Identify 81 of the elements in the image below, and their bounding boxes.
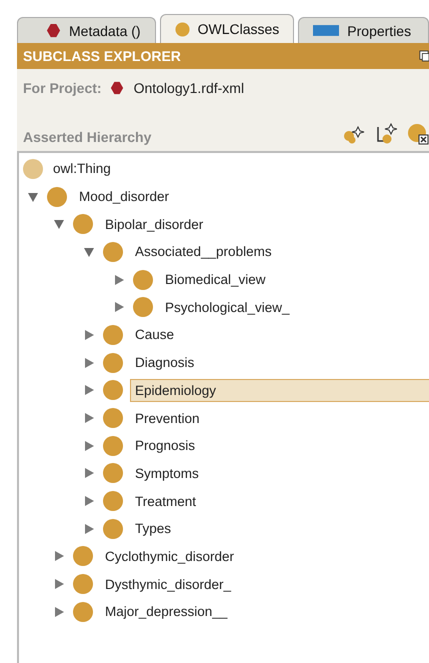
class-label: Symptoms	[134, 464, 200, 483]
expand-arrow-icon[interactable]	[53, 578, 65, 590]
tree-item[interactable]: Epidemiology	[83, 376, 429, 404]
tree-item[interactable]: Mood_disorder	[27, 182, 429, 210]
tree-item[interactable]: Bipolar_disorder	[53, 210, 429, 238]
tree-item[interactable]: Cyclothymic_disorder	[53, 542, 429, 570]
tree-item[interactable]: Diagnosis	[83, 348, 429, 376]
class-label: Bipolar_disorder	[104, 216, 204, 234]
class-icon	[73, 574, 93, 594]
class-icon	[103, 436, 123, 456]
expand-arrow-icon[interactable]	[113, 301, 125, 314]
class-icon	[103, 324, 123, 345]
hexagon-icon	[110, 81, 124, 95]
class-icon	[103, 242, 123, 262]
tree-item[interactable]: Dysthymic_disorder_	[53, 570, 429, 598]
class-icon	[47, 186, 67, 207]
rectangle-icon	[313, 24, 340, 37]
collapse-arrow-icon[interactable]	[83, 246, 95, 258]
expand-arrow-icon[interactable]	[83, 356, 95, 369]
expand-arrow-icon[interactable]	[83, 328, 95, 341]
class-label: Treatment	[134, 492, 198, 511]
expand-arrow-icon[interactable]	[83, 384, 95, 396]
class-icon	[133, 270, 153, 290]
panel-title: SUBCLASS EXPLORER	[23, 48, 181, 64]
class-label: Cyclothymic_disorder	[104, 548, 236, 566]
class-icon	[103, 380, 123, 400]
class-icon	[23, 158, 43, 179]
class-label: Types	[134, 520, 172, 538]
add-sibling-icon[interactable]	[375, 123, 397, 145]
collapse-arrow-icon[interactable]	[27, 190, 39, 203]
class-label: Mood_disorder	[78, 188, 170, 206]
tree-item[interactable]: Prognosis	[83, 432, 429, 460]
class-label: Diagnosis	[134, 354, 196, 372]
tree-item[interactable]: Types	[83, 514, 429, 543]
tree-item[interactable]: Major_depression__	[53, 598, 429, 626]
expand-arrow-icon[interactable]	[83, 522, 95, 535]
class-icon	[103, 491, 123, 512]
expand-arrow-icon[interactable]	[83, 495, 95, 508]
class-label: Prevention	[134, 410, 201, 428]
tree-item[interactable]: owl:Thing	[23, 155, 429, 183]
class-label: Biomedical_view	[164, 271, 267, 290]
class-icon	[103, 352, 123, 373]
class-label: Epidemiology	[131, 380, 429, 401]
class-icon	[103, 518, 123, 539]
expand-arrow-icon[interactable]	[83, 412, 95, 424]
window-icon[interactable]	[419, 49, 429, 63]
tree-item[interactable]: Treatment	[83, 487, 429, 515]
tree-item[interactable]: Psychological_view_	[113, 293, 429, 322]
circle-icon	[174, 22, 190, 36]
tab[interactable]: Properties	[298, 17, 429, 43]
collapse-arrow-icon[interactable]	[53, 218, 65, 230]
expand-arrow-icon[interactable]	[83, 467, 95, 480]
expand-arrow-icon[interactable]	[113, 274, 125, 286]
project-name: Ontology1.rdf-xml	[134, 80, 244, 96]
hierarchy-title: Asserted Hierarchy	[23, 129, 152, 145]
class-icon	[103, 463, 123, 484]
expand-arrow-icon[interactable]	[83, 440, 95, 452]
delete-class-icon[interactable]	[407, 123, 429, 145]
hexagon-icon	[46, 23, 61, 38]
tab[interactable]: OWLClasses	[160, 14, 294, 43]
project-label: For Project:	[23, 80, 102, 96]
tree-item[interactable]: Symptoms	[83, 460, 429, 488]
class-label: Prognosis	[134, 437, 196, 456]
class-icon	[103, 408, 123, 428]
tree-item[interactable]: Cause	[83, 321, 429, 349]
class-label: Dysthymic_disorder_	[104, 576, 232, 594]
class-label: Associated__problems	[134, 243, 273, 262]
class-icon	[73, 602, 93, 622]
class-label: Major_depression__	[104, 603, 228, 622]
expand-arrow-icon[interactable]	[53, 606, 65, 618]
class-icon	[133, 297, 153, 318]
class-icon	[73, 546, 93, 566]
class-icon	[73, 214, 93, 234]
expand-arrow-icon[interactable]	[53, 550, 65, 562]
tree-item[interactable]: Biomedical_view	[113, 266, 429, 294]
tree-item[interactable]: Prevention	[83, 404, 429, 432]
tree-item[interactable]: Associated__problems	[83, 238, 429, 266]
class-label: owl:Thing	[52, 160, 112, 178]
class-label: Cause	[134, 326, 176, 344]
class-label: Psychological_view_	[164, 298, 291, 317]
tab[interactable]: Metadata ()	[17, 17, 156, 43]
